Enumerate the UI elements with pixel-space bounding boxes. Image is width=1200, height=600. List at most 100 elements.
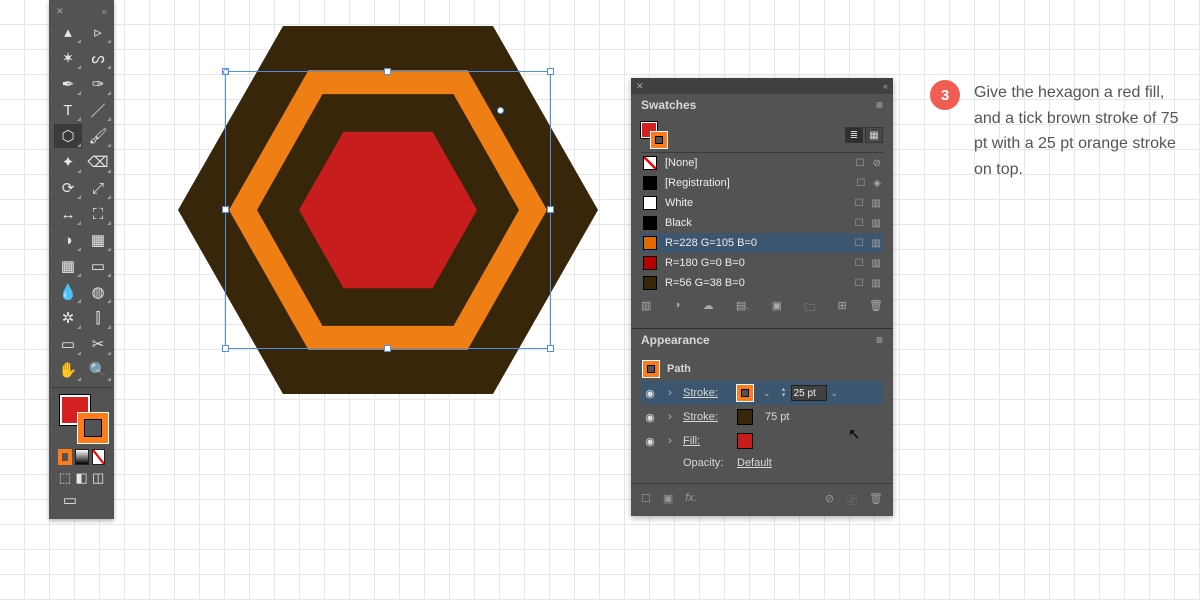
- tool-hand[interactable]: ✋: [54, 358, 82, 382]
- swatch-row[interactable]: [Registration]☐◈: [641, 173, 883, 193]
- tool-line-segment[interactable]: ／: [84, 98, 112, 122]
- color-chip[interactable]: [737, 409, 753, 425]
- handle-sw[interactable]: [222, 345, 229, 352]
- tool-column-graph[interactable]: ⫿: [84, 306, 112, 330]
- new-color-group-icon[interactable]: ▣: [772, 299, 782, 318]
- tool-type[interactable]: T: [54, 98, 82, 122]
- swatch-row[interactable]: R=56 G=38 B=0☐▥: [641, 273, 883, 293]
- stroke-weight-stepper[interactable]: ▴▾⌄: [779, 385, 839, 401]
- tool-direct-selection[interactable]: ▹: [84, 20, 112, 44]
- swatch-libraries-icon[interactable]: ▥: [641, 299, 651, 318]
- opacity-value[interactable]: Default: [737, 457, 772, 469]
- swatch-options-icon[interactable]: ☁: [703, 299, 714, 318]
- swatch-row[interactable]: [None]☐⊘: [641, 153, 883, 173]
- tool-curvature[interactable]: ✑: [84, 72, 112, 96]
- handle-e[interactable]: [547, 206, 554, 213]
- tool-shaper[interactable]: ✦: [54, 150, 82, 174]
- handle-ne[interactable]: [547, 68, 554, 75]
- grid-view-icon[interactable]: ▦: [865, 127, 883, 143]
- weight-dropdown[interactable]: ⌄: [831, 388, 839, 399]
- visibility-icon[interactable]: ◉: [643, 435, 657, 448]
- tool-paintbrush[interactable]: 🖌: [84, 124, 112, 148]
- stroke-swatch[interactable]: [78, 413, 108, 443]
- none-mode-btn[interactable]: [92, 449, 105, 465]
- tool-magic-wand[interactable]: ✶: [54, 46, 82, 70]
- close-icon[interactable]: ✕: [56, 6, 64, 17]
- new-swatch-icon[interactable]: ⊞: [838, 299, 847, 318]
- list-view-icon[interactable]: ≣: [845, 127, 863, 143]
- tool-free-transform[interactable]: ⛶: [84, 202, 112, 226]
- new-folder-icon[interactable]: 🗀: [804, 299, 815, 318]
- stroke-chip[interactable]: [737, 385, 753, 401]
- appearance-fill-row[interactable]: ◉›Fill:: [641, 429, 883, 453]
- tools-panel-header[interactable]: ✕ «: [52, 4, 111, 18]
- tool-pen[interactable]: ✒: [54, 72, 82, 96]
- chip-dropdown[interactable]: ⌄: [763, 388, 771, 399]
- tool-width[interactable]: ↔: [54, 202, 82, 226]
- collapse-chevron[interactable]: «: [102, 6, 107, 16]
- clear-appearance-icon[interactable]: ⊘: [825, 492, 834, 508]
- stroke-weight-input[interactable]: [791, 385, 827, 401]
- color-chip[interactable]: [737, 433, 753, 449]
- tool-lasso[interactable]: ᔕ: [84, 46, 112, 70]
- tool-blend[interactable]: ◍: [84, 280, 112, 304]
- swatch-row[interactable]: Black☐▥: [641, 213, 883, 233]
- tool-shape-builder[interactable]: ◑: [54, 228, 82, 252]
- selection-bounds[interactable]: [225, 71, 551, 349]
- canvas-hexagon[interactable]: [178, 10, 598, 410]
- tool-zoom[interactable]: 🔍: [84, 358, 112, 382]
- new-fill-icon[interactable]: ▣: [663, 492, 673, 508]
- opacity-row[interactable]: Opacity: Default: [641, 453, 883, 473]
- tool-eyedropper[interactable]: 💧: [54, 280, 82, 304]
- delete-item-icon[interactable]: 🗑: [869, 492, 883, 508]
- handle-n[interactable]: [384, 68, 391, 75]
- visibility-icon[interactable]: ◉: [643, 411, 657, 424]
- delete-swatch-icon[interactable]: 🗑: [869, 299, 883, 318]
- swatches-panel-title[interactable]: Swatches ≡: [631, 94, 893, 116]
- panel-dock-header[interactable]: ✕ «: [631, 78, 893, 94]
- tool-polygon[interactable]: ⬡: [54, 124, 82, 148]
- tool-artboard[interactable]: ▭: [54, 332, 82, 356]
- rotate-ref-icon[interactable]: [497, 107, 504, 114]
- tool-selection[interactable]: ▴: [54, 20, 82, 44]
- tool-eraser[interactable]: ⌫: [84, 150, 112, 174]
- appearance-stroke-row[interactable]: ◉›Stroke:⌄▴▾⌄: [641, 381, 883, 405]
- duplicate-item-icon[interactable]: ⿻: [846, 492, 857, 508]
- draw-behind-icon[interactable]: ◧: [75, 469, 89, 487]
- tool-scale[interactable]: ⤢: [84, 176, 112, 200]
- handle-s[interactable]: [384, 345, 391, 352]
- tool-rotate[interactable]: ⟳: [54, 176, 82, 200]
- appearance-panel-title[interactable]: Appearance ≡: [631, 329, 893, 351]
- swatch-row[interactable]: R=180 G=0 B=0☐▥: [641, 253, 883, 273]
- tool-slice[interactable]: ✂: [84, 332, 112, 356]
- disclosure-arrow[interactable]: ›: [665, 387, 675, 399]
- color-group-icon[interactable]: ▤.: [736, 299, 749, 318]
- disclosure-arrow[interactable]: ›: [665, 435, 675, 447]
- fill-stroke-indicator[interactable]: [52, 391, 111, 447]
- new-stroke-icon[interactable]: ☐: [641, 492, 651, 508]
- color-mode-btn[interactable]: [58, 449, 72, 465]
- tool-symbol-sprayer[interactable]: ✲: [54, 306, 82, 330]
- swatch-name: R=228 G=105 B=0: [665, 237, 847, 249]
- draw-inside-icon[interactable]: ◫: [91, 469, 105, 487]
- gradient-mode-btn[interactable]: [75, 449, 88, 465]
- panel-menu-icon[interactable]: ≡: [876, 98, 883, 112]
- swatches-fill-stroke[interactable]: [641, 122, 669, 148]
- tool-mesh[interactable]: ▦: [54, 254, 82, 278]
- screen-mode-icon[interactable]: ▭: [58, 491, 82, 509]
- swatch-kind-icon[interactable]: ◑: [674, 299, 681, 318]
- collapse-chevron[interactable]: «: [883, 81, 888, 91]
- panel-menu-icon[interactable]: ≡: [876, 333, 883, 347]
- tool-perspective-grid[interactable]: ▦: [84, 228, 112, 252]
- handle-w[interactable]: [222, 206, 229, 213]
- tool-gradient[interactable]: ▭: [84, 254, 112, 278]
- appearance-stroke-row[interactable]: ◉›Stroke:75 pt: [641, 405, 883, 429]
- close-icon[interactable]: ✕: [636, 81, 644, 92]
- swatch-row[interactable]: R=228 G=105 B=0☐▥: [641, 233, 883, 253]
- handle-se[interactable]: [547, 345, 554, 352]
- add-effect-icon[interactable]: fx.: [685, 492, 697, 508]
- disclosure-arrow[interactable]: ›: [665, 411, 675, 423]
- swatch-row[interactable]: White☐▥: [641, 193, 883, 213]
- draw-normal-icon[interactable]: ⬚: [58, 469, 72, 487]
- visibility-icon[interactable]: ◉: [643, 387, 657, 400]
